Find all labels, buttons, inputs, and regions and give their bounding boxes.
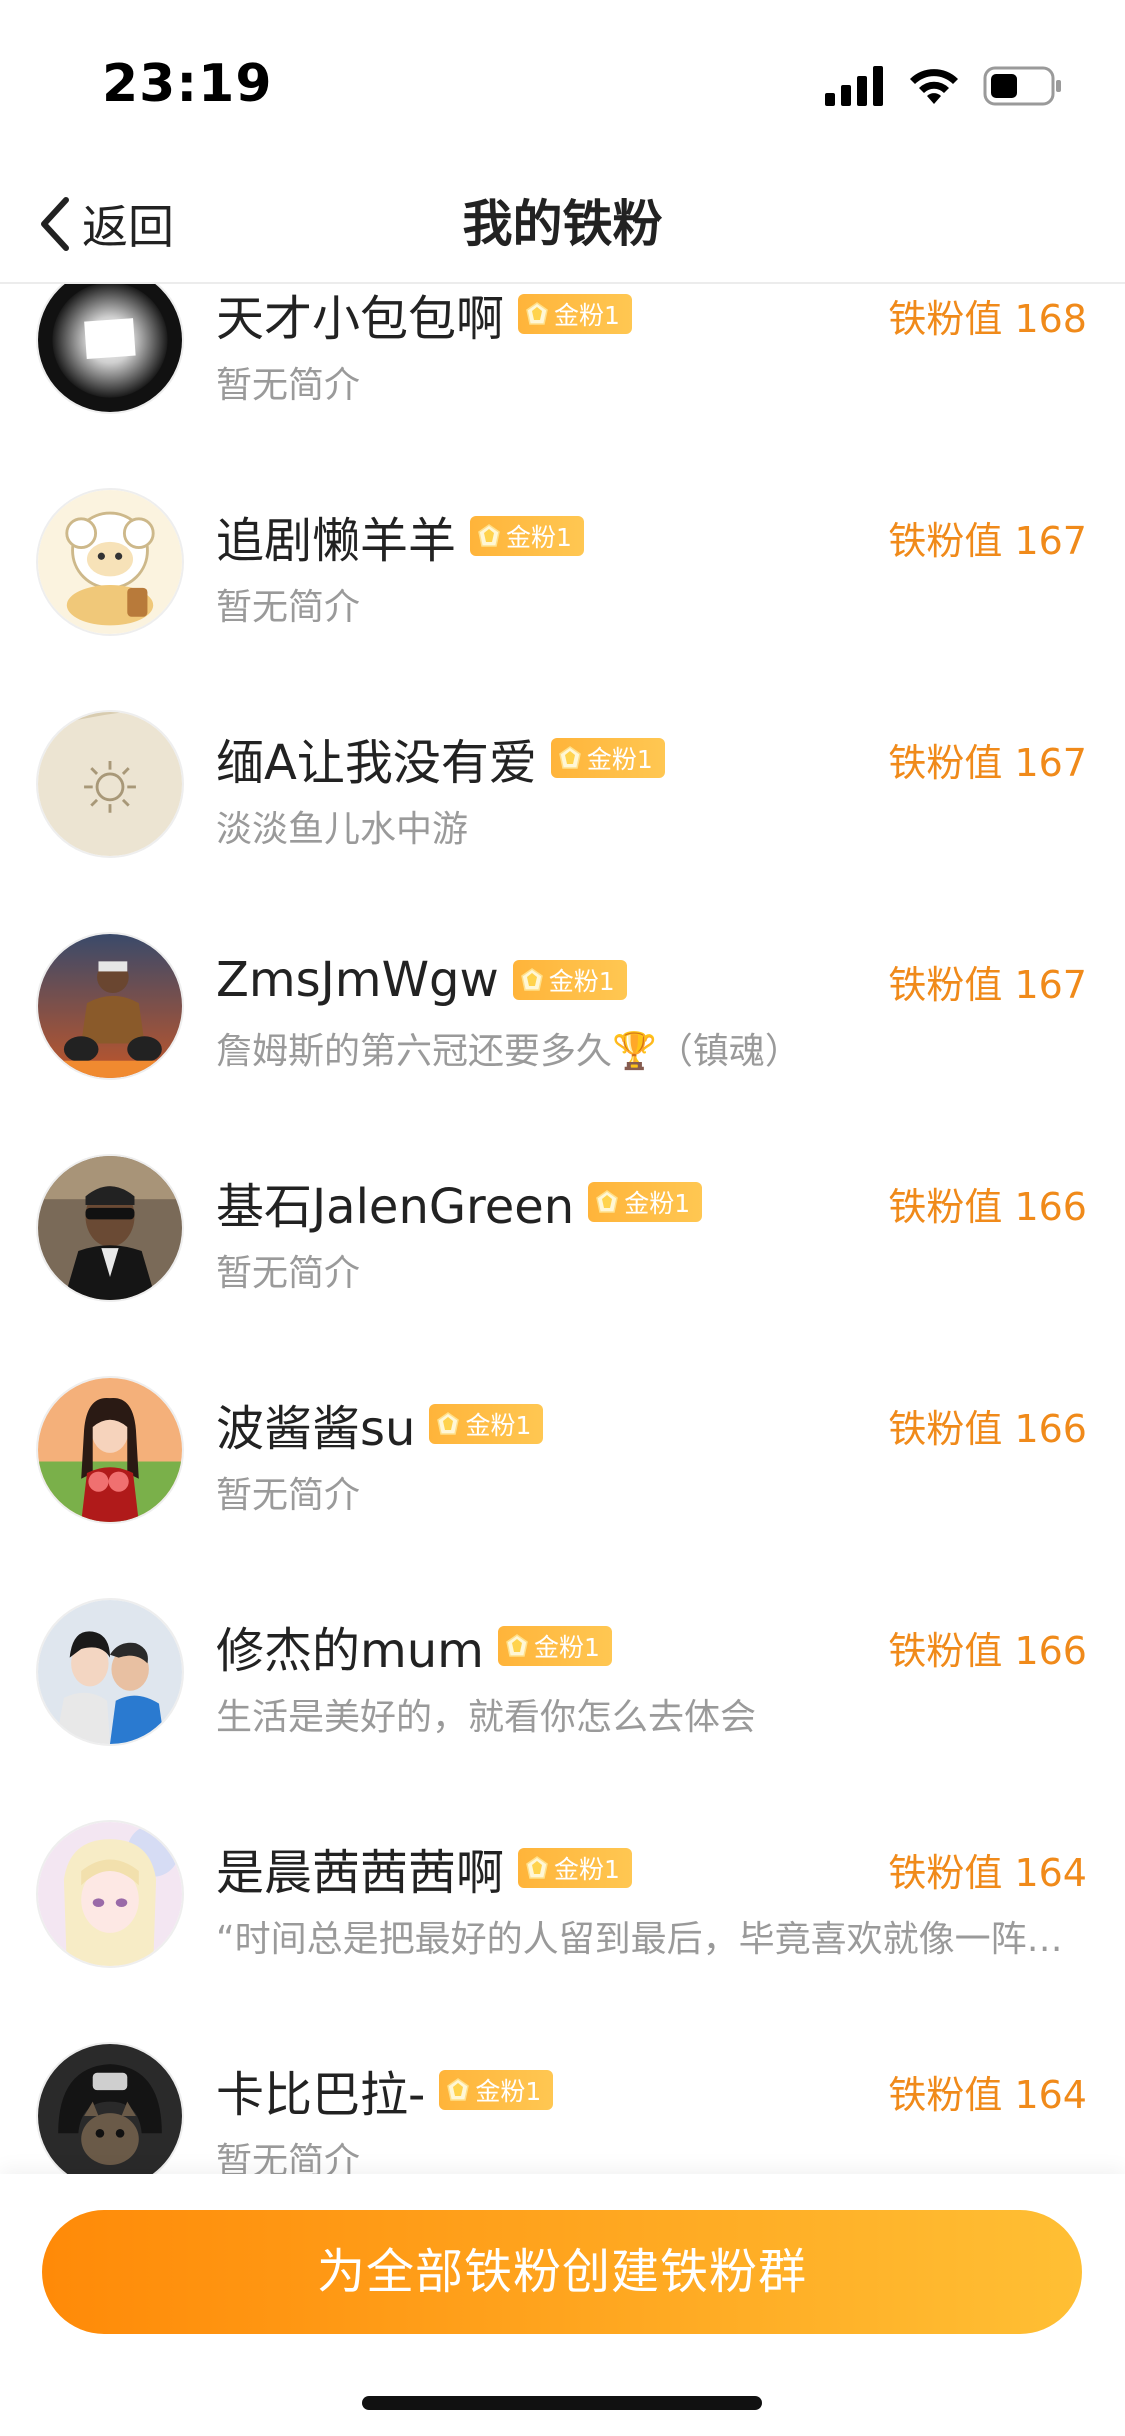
fan-list-item[interactable]: 卡比巴拉- 金粉1 暂无简介 铁粉值 164 xyxy=(0,2004,1125,2174)
badge-gem-icon xyxy=(506,1634,528,1657)
fan-list-content: 天才小包包啊 金粉1 暂无简介 铁粉值 168 追剧懒羊羊 金粉1 暂无简介 铁… xyxy=(0,284,1125,2174)
fan-list-item[interactable]: 波酱酱su 金粉1 暂无简介 铁粉值 166 xyxy=(0,1338,1125,1560)
name-line: 修杰的mum 金粉1 xyxy=(216,1616,612,1679)
name-line: 卡比巴拉- 金粉1 xyxy=(216,2060,554,2123)
fan-level-badge: 金粉1 xyxy=(497,1626,612,1666)
fan-bio: 淡淡鱼儿水中游 xyxy=(216,809,469,850)
badge-label: 金粉1 xyxy=(533,1633,600,1662)
fan-name: ZmsJmWgw xyxy=(216,952,499,1008)
fan-bio: “时间总是把最好的人留到最后，毕竟喜欢就像一阵… xyxy=(216,1919,1063,1960)
badge-gem-icon xyxy=(596,1190,619,1213)
battery-icon xyxy=(983,65,1063,111)
fan-level-badge: 金粉1 xyxy=(518,1848,632,1888)
fan-level-badge: 金粉1 xyxy=(518,294,632,334)
fan-name: 修杰的mum xyxy=(216,1623,484,1679)
name-line: 波酱酱su 金粉1 xyxy=(216,1394,544,1457)
avatar-girl-peaches[interactable] xyxy=(36,1376,184,1524)
fan-list-item[interactable]: 追剧懒羊羊 金粉1 暂无简介 铁粉值 167 xyxy=(0,450,1125,672)
fan-score: 铁粉值 166 xyxy=(888,1629,1087,1673)
badge-label: 金粉1 xyxy=(548,967,615,996)
fan-list-item[interactable]: 修杰的mum 金粉1 生活是美好的，就看你怎么去体会 铁粉值 166 xyxy=(0,1560,1125,1782)
badge-label: 金粉1 xyxy=(554,1855,620,1884)
fan-list-item[interactable]: ZmsJmWgw 金粉1 詹姆斯的第六冠还要多久🏆（镇魂） 铁粉值 167 xyxy=(0,894,1125,1116)
badge-label: 金粉1 xyxy=(586,745,653,774)
fan-score: 铁粉值 167 xyxy=(888,519,1087,563)
chevron-left-icon xyxy=(34,194,74,254)
wifi-icon xyxy=(907,66,961,110)
badge-label: 金粉1 xyxy=(624,1189,691,1218)
fan-list[interactable]: 天才小包包啊 金粉1 暂无简介 铁粉值 168 追剧懒羊羊 金粉1 暂无简介 铁… xyxy=(0,284,1125,2174)
badge-label: 金粉1 xyxy=(475,2077,542,2106)
badge-gem-icon xyxy=(520,968,543,991)
fan-list-item[interactable]: 天才小包包啊 金粉1 暂无简介 铁粉值 168 xyxy=(0,284,1125,450)
name-line: 缅A让我没有爱 金粉1 xyxy=(216,728,665,791)
bottom-bar: 为全部铁粉创建铁粉群 xyxy=(0,2174,1125,2436)
home-indicator[interactable] xyxy=(362,2396,762,2410)
fan-bio: 暂无简介 xyxy=(216,587,361,628)
fan-name: 基石JalenGreen xyxy=(216,1179,575,1235)
badge-gem-icon xyxy=(447,2078,470,2101)
avatar-rider[interactable] xyxy=(36,932,184,1080)
fan-score: 铁粉值 168 xyxy=(888,297,1087,341)
fan-bio: 生活是美好的，就看你怎么去体会 xyxy=(216,1697,757,1738)
avatar-cartoon-sheep[interactable] xyxy=(36,488,184,636)
fan-level-badge: 金粉1 xyxy=(439,2070,554,2110)
fan-name: 追剧懒羊羊 xyxy=(216,513,457,569)
fan-score: 铁粉值 164 xyxy=(888,2073,1087,2117)
fan-level-badge: 金粉1 xyxy=(470,516,584,556)
badge-label: 金粉1 xyxy=(506,523,572,552)
badge-gem-icon xyxy=(437,1412,460,1435)
badge-gem-icon xyxy=(559,746,581,769)
fan-level-badge: 金粉1 xyxy=(429,1404,544,1444)
avatar-mother-child[interactable] xyxy=(36,1598,184,1746)
fan-bio: 暂无简介 xyxy=(216,1253,361,1294)
fan-bio: 暂无简介 xyxy=(216,365,361,406)
fan-score: 铁粉值 167 xyxy=(888,741,1087,785)
status-bar: 23:19 xyxy=(0,0,1125,170)
fan-list-item[interactable]: 基石JalenGreen 金粉1 暂无简介 铁粉值 166 xyxy=(0,1116,1125,1338)
fan-name: 波酱酱su xyxy=(216,1401,416,1457)
fan-name: 天才小包包啊 xyxy=(216,291,505,347)
name-line: ZmsJmWgw 金粉1 xyxy=(216,950,627,1010)
name-line: 是晨茜茜茜啊 金粉1 xyxy=(216,1838,632,1901)
badge-gem-icon xyxy=(478,524,500,547)
avatar-light-panel[interactable] xyxy=(36,284,184,414)
badge-gem-icon xyxy=(526,1856,548,1879)
badge-label: 金粉1 xyxy=(554,301,620,330)
back-label: 返回 xyxy=(82,200,174,254)
name-line: 基石JalenGreen 金粉1 xyxy=(216,1172,703,1235)
fan-list-item[interactable]: 缅A让我没有爱 金粉1 淡淡鱼儿水中游 铁粉值 167 xyxy=(0,672,1125,894)
badge-label: 金粉1 xyxy=(465,1411,532,1440)
fan-level-badge: 金粉1 xyxy=(588,1182,703,1222)
fan-bio: 暂无简介 xyxy=(216,1475,361,1516)
status-time: 23:19 xyxy=(102,54,273,114)
fan-score: 铁粉值 166 xyxy=(888,1185,1087,1229)
fan-score: 铁粉值 166 xyxy=(888,1407,1087,1451)
status-icons xyxy=(825,66,1063,110)
avatar-man-sunglasses[interactable] xyxy=(36,1154,184,1302)
create-fan-group-button[interactable]: 为全部铁粉创建铁粉群 xyxy=(42,2210,1082,2334)
badge-gem-icon xyxy=(526,302,548,325)
name-line: 追剧懒羊羊 金粉1 xyxy=(216,506,584,569)
fan-bio: 詹姆斯的第六冠还要多久🏆（镇魂） xyxy=(216,1031,801,1072)
fan-score: 铁粉值 164 xyxy=(888,1851,1087,1895)
back-button[interactable]: 返回 xyxy=(34,188,174,260)
fan-bio: 暂无简介 xyxy=(216,2141,361,2174)
nav-bar: 返回 我的铁粉 xyxy=(0,170,1125,284)
avatar-anime-girl[interactable] xyxy=(36,1820,184,1968)
fan-name: 是晨茜茜茜啊 xyxy=(216,1845,505,1901)
fan-name: 缅A让我没有爱 xyxy=(216,735,537,791)
fan-level-badge: 金粉1 xyxy=(550,738,665,778)
avatar-cat-helmet[interactable] xyxy=(36,2042,184,2174)
screen: 23:19 返回 我的铁粉 天才小包包啊 金粉1 暂无简介 铁粉值 168 追剧… xyxy=(0,0,1125,2436)
avatar-sand-sun[interactable] xyxy=(36,710,184,858)
fan-name: 卡比巴拉- xyxy=(216,2067,426,2123)
fan-score: 铁粉值 167 xyxy=(888,963,1087,1007)
cellular-signal-icon xyxy=(825,66,885,110)
fan-list-item[interactable]: 是晨茜茜茜啊 金粉1 “时间总是把最好的人留到最后，毕竟喜欢就像一阵… 铁粉值 … xyxy=(0,1782,1125,2004)
fan-level-badge: 金粉1 xyxy=(512,960,627,1000)
name-line: 天才小包包啊 金粉1 xyxy=(216,284,632,347)
